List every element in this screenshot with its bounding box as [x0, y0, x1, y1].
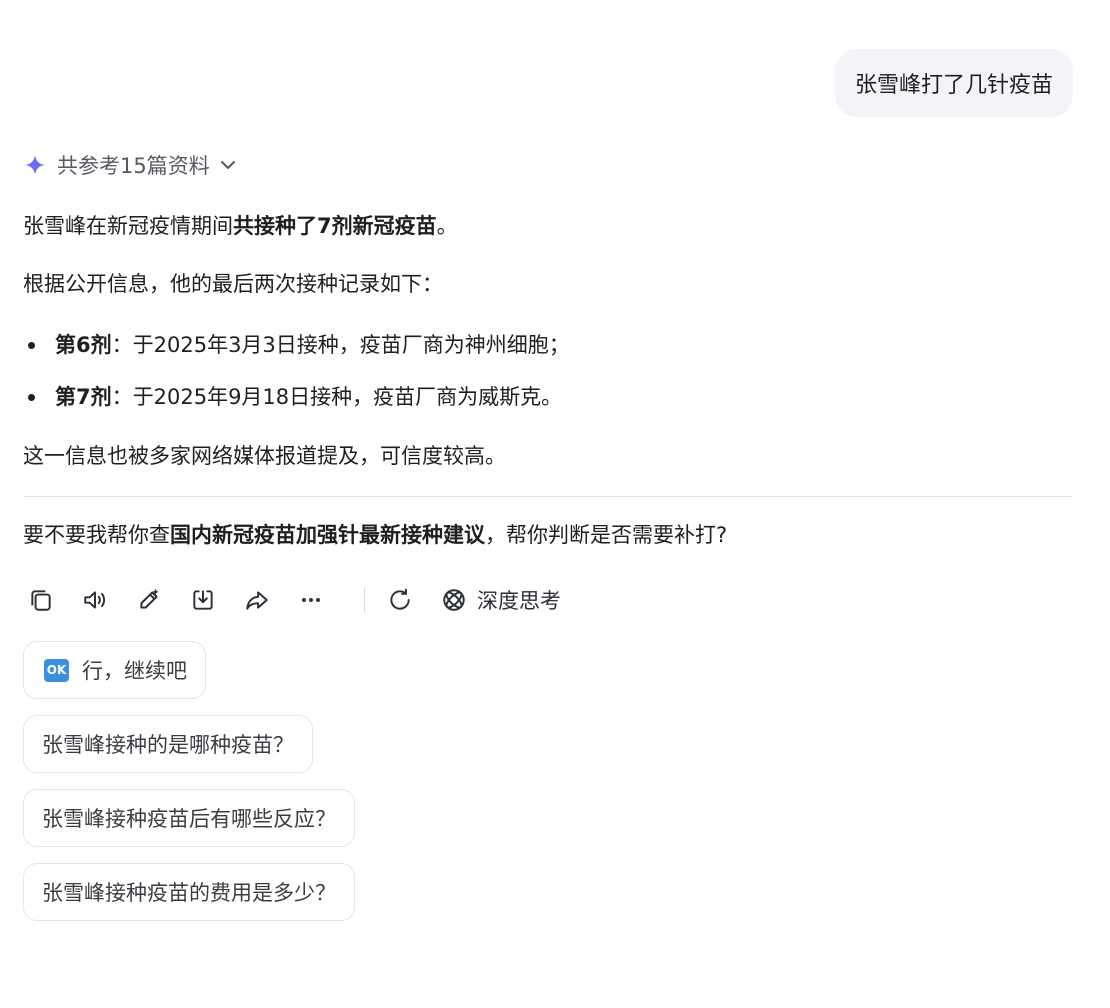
answer-p1-post: 。	[436, 214, 458, 238]
ok-emoji-icon: OK	[44, 658, 69, 682]
chevron-down-icon	[216, 153, 240, 177]
deep-think-button[interactable]: 深度思考	[439, 585, 561, 615]
list-item-text: ：于2025年9月18日接种，疫苗厂商为威斯克。	[111, 385, 563, 409]
references-label: 共参考15篇资料	[57, 154, 210, 178]
follow-up-pre: 要不要我帮你查	[23, 523, 170, 547]
more-icon[interactable]	[296, 585, 326, 615]
list-item: 第7剂：于2025年9月18日接种，疫苗厂商为威斯克。	[55, 382, 1105, 412]
copy-icon[interactable]	[26, 585, 56, 615]
suggestion-chip[interactable]: 张雪峰接种疫苗的费用是多少？	[23, 863, 355, 921]
speaker-icon[interactable]	[80, 585, 110, 615]
list-item: 第6剂：于2025年3月3日接种，疫苗厂商为神州细胞；	[55, 330, 1105, 360]
answer-paragraph-1: 张雪峰在新冠疫情期间共接种了7剂新冠疫苗。	[23, 211, 1073, 241]
toolbar-divider	[364, 588, 365, 612]
user-message-text: 张雪峰打了几针疫苗	[854, 73, 1053, 98]
suggestion-chip-continue[interactable]: OK 行，继续吧	[23, 641, 206, 699]
list-item-text: ：于2025年3月3日接种，疫苗厂商为神州细胞；	[111, 333, 570, 357]
divider	[23, 496, 1073, 497]
suggestion-label: 张雪峰接种的是哪种疫苗？	[42, 733, 294, 757]
follow-up-question: 要不要我帮你查国内新冠疫苗加强针最新接种建议，帮你判断是否需要补打?	[23, 520, 1073, 550]
references-toggle[interactable]: 共参考15篇资料	[23, 150, 240, 180]
user-message-bubble: 张雪峰打了几针疫苗	[834, 49, 1073, 117]
regenerate-icon[interactable]	[385, 585, 415, 615]
edit-pen-icon[interactable]	[134, 585, 164, 615]
suggestion-chip[interactable]: 张雪峰接种的是哪种疫苗？	[23, 715, 313, 773]
share-icon[interactable]	[242, 585, 272, 615]
message-actions-toolbar: 深度思考	[26, 584, 561, 616]
follow-up-post: ，帮你判断是否需要补打?	[485, 523, 728, 547]
list-item-label: 第6剂	[55, 333, 112, 357]
suggestion-chip[interactable]: 张雪峰接种疫苗后有哪些反应？	[23, 789, 355, 847]
deep-think-icon	[439, 585, 469, 615]
deep-think-label: 深度思考	[477, 589, 561, 613]
answer-p1-bold: 共接种了7剂新冠疫苗	[233, 214, 437, 238]
download-icon[interactable]	[188, 585, 218, 615]
suggestion-label: 张雪峰接种疫苗后有哪些反应？	[42, 807, 336, 831]
answer-p1-pre: 张雪峰在新冠疫情期间	[23, 214, 233, 238]
suggestion-label: 行，继续吧	[82, 659, 187, 683]
suggestion-label: 张雪峰接种疫苗的费用是多少？	[42, 881, 336, 905]
list-bullet	[28, 394, 35, 401]
answer-paragraph-2: 根据公开信息，他的最后两次接种记录如下：	[23, 272, 443, 296]
list-bullet	[28, 342, 35, 349]
list-item-label: 第7剂	[55, 385, 112, 409]
sparkle-icon	[23, 153, 47, 177]
answer-paragraph-3: 这一信息也被多家网络媒体报道提及，可信度较高。	[23, 444, 506, 468]
follow-up-bold: 国内新冠疫苗加强针最新接种建议	[170, 523, 485, 547]
